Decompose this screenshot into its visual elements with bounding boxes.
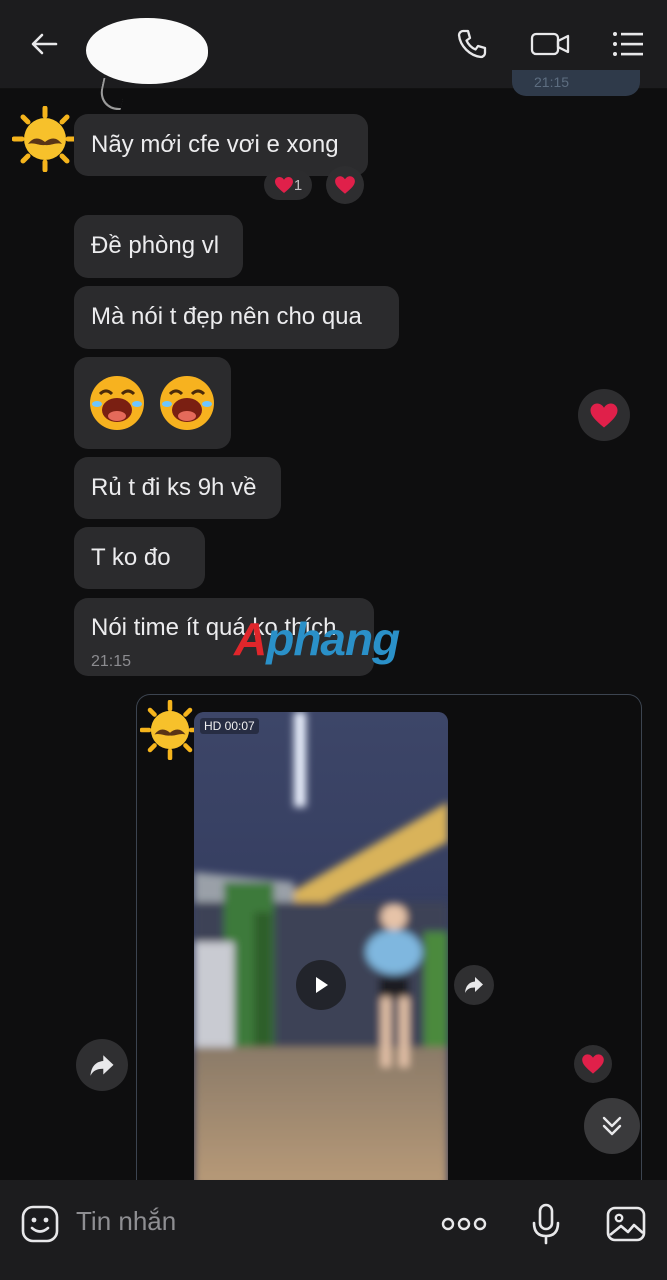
call-button[interactable] — [450, 22, 494, 66]
watermark-logo: Aphang — [234, 613, 400, 665]
chevron-double-down-icon — [602, 1116, 622, 1136]
previous-message-edge: 21:15 — [512, 70, 640, 96]
share-arrow-icon — [465, 977, 483, 993]
video-call-button[interactable] — [528, 22, 572, 66]
heart-icon — [274, 177, 293, 193]
message-bubble[interactable]: Mà nói t đẹp nên cho qua — [74, 286, 399, 349]
microphone-icon — [532, 1203, 560, 1245]
video-thumbnail[interactable]: HD 00:07 — [194, 712, 448, 1187]
image-icon — [606, 1206, 646, 1242]
message-text: Mà nói t đẹp nên cho qua — [91, 303, 362, 330]
emoji-face-icon — [21, 1205, 59, 1243]
share-arrow-icon — [90, 1054, 114, 1076]
share-button[interactable] — [454, 965, 494, 1005]
heart-icon — [582, 1054, 604, 1074]
redacted-contact-name — [86, 18, 208, 84]
play-button[interactable] — [296, 960, 346, 1010]
more-button[interactable] — [440, 1200, 488, 1248]
react-button[interactable] — [574, 1045, 612, 1083]
list-menu-icon — [613, 32, 643, 56]
voice-button[interactable] — [522, 1200, 570, 1248]
video-duration-badge: HD 00:07 — [200, 718, 259, 734]
reaction-summary[interactable]: 1 — [264, 170, 312, 200]
gallery-button[interactable] — [602, 1200, 650, 1248]
message-bubble[interactable]: Rủ t đi ks 9h về — [74, 457, 281, 519]
message-text: Rủ t đi ks 9h về — [91, 474, 257, 501]
message-input[interactable]: Tin nhắn — [76, 1206, 176, 1237]
arrow-left-icon — [31, 33, 58, 55]
phone-icon — [457, 29, 487, 59]
contact-avatar[interactable] — [12, 106, 78, 172]
react-button[interactable] — [578, 389, 630, 441]
play-icon — [316, 977, 328, 993]
contact-avatar[interactable] — [140, 700, 200, 760]
redaction-scribble — [96, 78, 128, 110]
react-button[interactable] — [326, 166, 364, 204]
message-composer: Tin nhắn — [0, 1180, 667, 1280]
scroll-to-bottom-button[interactable] — [584, 1098, 640, 1154]
laughing-emoji-icon — [90, 376, 144, 430]
message-bubble[interactable]: T ko đo — [74, 527, 205, 589]
reaction-count: 1 — [293, 176, 303, 194]
message-bubble[interactable]: Đề phòng vl — [74, 215, 243, 278]
sticker-button[interactable] — [16, 1200, 64, 1248]
more-dots-icon — [441, 1217, 487, 1231]
message-text: T ko đo — [91, 544, 171, 571]
message-time: 21:15 — [91, 653, 132, 670]
laughing-emoji-icon — [160, 376, 214, 430]
heart-icon — [590, 403, 618, 427]
heart-icon — [335, 176, 355, 194]
message-text: Nãy mới cfe vơi e xong — [91, 131, 339, 158]
share-button[interactable] — [76, 1039, 128, 1091]
video-preview-image — [194, 712, 448, 1187]
message-bubble[interactable]: Nãy mới cfe vơi e xong — [74, 114, 368, 176]
message-text: Đề phòng vl — [91, 232, 220, 259]
emoji-message-bubble[interactable] — [74, 357, 231, 449]
back-button[interactable] — [22, 22, 66, 66]
video-camera-icon — [530, 32, 570, 56]
menu-button[interactable] — [606, 22, 650, 66]
